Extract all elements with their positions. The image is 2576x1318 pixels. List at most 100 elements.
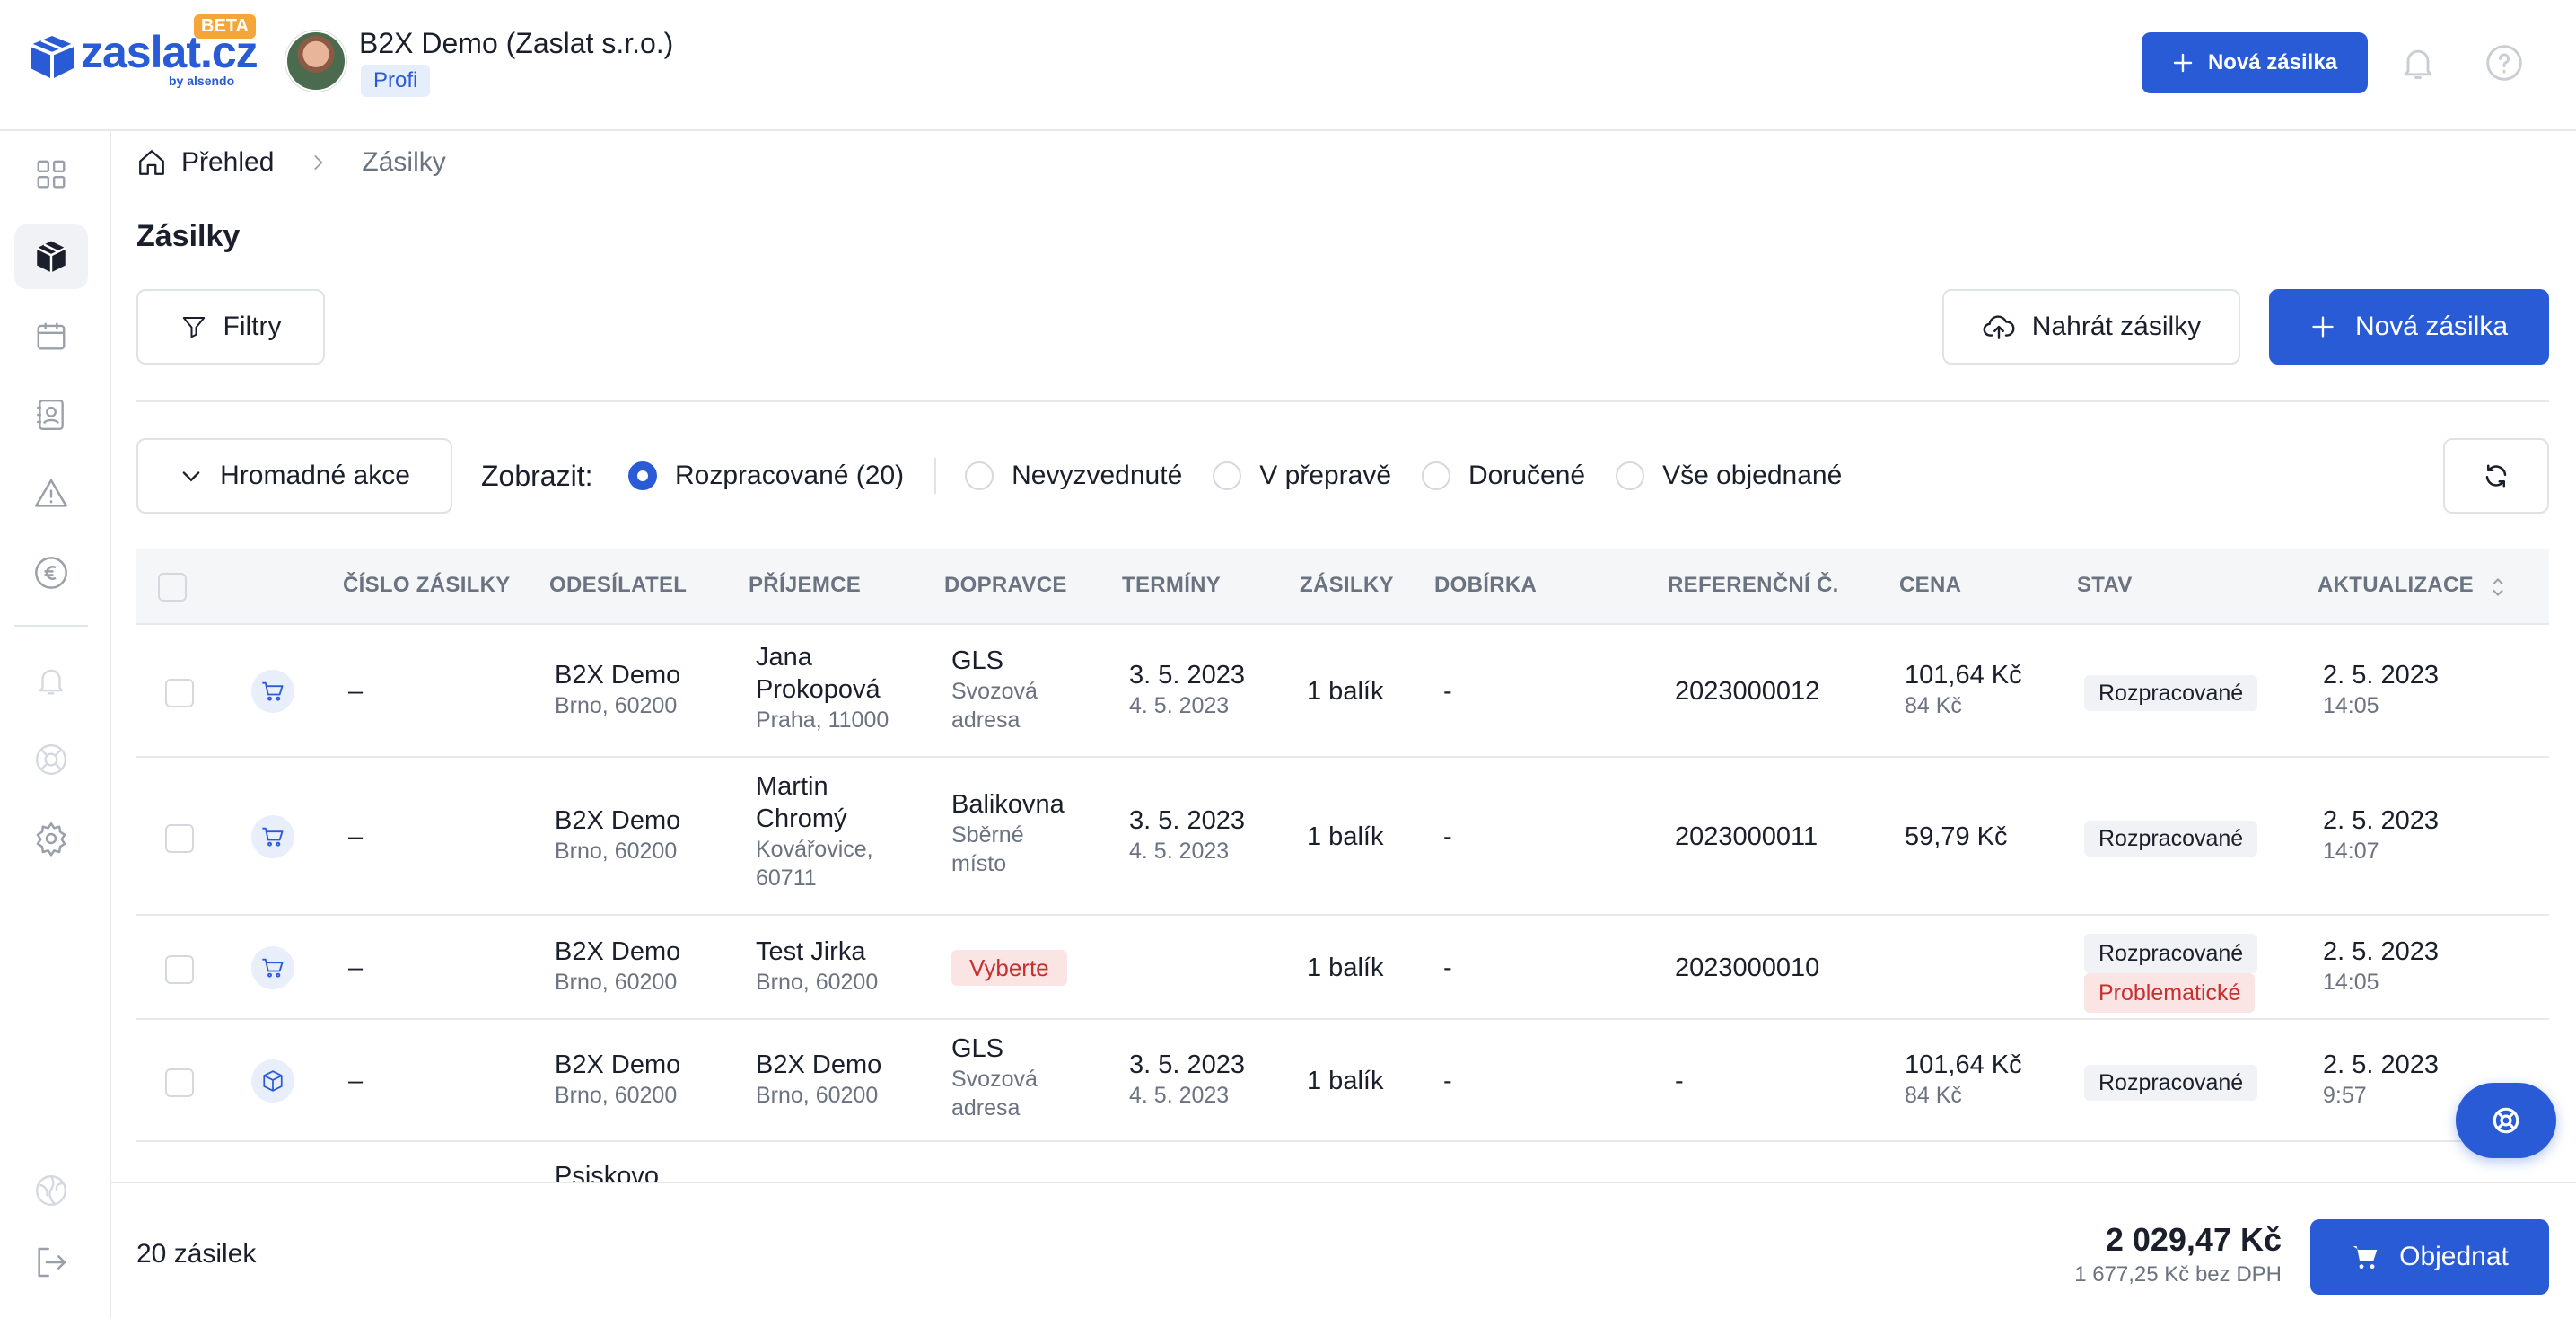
divider [136,400,2549,402]
packages: 1 balík [1307,822,1384,851]
table-row[interactable]: – B2X Demo Brno, 60200 Test Jirka Brno, 60… [136,916,2549,1020]
row-checkbox[interactable] [165,955,194,984]
status-badge: Rozpracované [2084,675,2258,711]
order-button[interactable]: Objednat [2310,1219,2549,1295]
select-all-checkbox[interactable] [158,573,187,602]
recipient-cell: Martin Chromý Kovářovice, 60711 [756,770,899,892]
sidebar-item-shipments[interactable] [14,224,88,289]
status-badge: Rozpracované [2084,821,2258,857]
col-packages[interactable]: ZÁSILKY [1300,573,1394,598]
sender-name: Psiskovo [555,1162,660,1182]
logout-icon [38,1247,66,1278]
company-name[interactable]: B2X Demo (Zaslat s.r.o.) [359,27,673,60]
bulk-actions-button[interactable]: Hromadné akce [136,438,452,514]
page-title: Zásilky [136,219,241,253]
delivery-date: 4. 5. 2023 [1129,693,1230,718]
radio-unselected[interactable] [1616,461,1645,490]
filters-button[interactable]: Filtry [136,289,325,365]
sidebar-item-contacts[interactable] [14,382,88,447]
col-recipient[interactable]: PŘÍJEMCE [749,573,861,598]
carrier-cell[interactable]: Vyberte [951,950,1067,986]
shipment-number: – [348,677,364,706]
help-chat-button[interactable] [2456,1083,2556,1158]
status-filter: Rozpracované (20) Nevyzvednuté V přeprav… [628,454,1872,497]
upload-shipments-button[interactable]: Nahrát zásilky [1942,289,2240,365]
radio-unselected[interactable] [965,461,994,490]
price-cell: 59,79 Kč [1905,821,2007,853]
sidebar-item-calendar[interactable] [14,303,88,368]
recipient-name: B2X Demo [756,1050,882,1079]
support-icon [35,743,67,776]
row-checkbox[interactable] [165,824,194,853]
refresh-icon [2485,464,2507,488]
filter-in-progress[interactable]: Rozpracované (20) [628,461,904,491]
row-checkbox[interactable] [165,679,194,707]
updated-cell: 2. 5. 2023 14:05 [2323,659,2439,720]
header-new-shipment-label: Nová zásilka [2207,50,2338,75]
cloud-upload-icon [1983,315,2015,339]
filters-label: Filtry [223,312,282,341]
sidebar-item-settings[interactable] [14,806,88,871]
sidebar-item-notifications[interactable] [14,648,88,713]
carrier-name: GLS [951,646,1004,675]
help-icon[interactable] [2484,43,2524,83]
sender-address: Brno, 60200 [555,1083,678,1108]
col-price[interactable]: CENA [1899,573,1961,598]
row-checkbox[interactable] [165,1068,194,1097]
plan-badge: Profi [361,65,431,97]
home-icon[interactable] [136,147,167,178]
logo[interactable]: zaslat.cz BETA [27,14,258,81]
box-icon [36,241,66,273]
chevron-right-icon [314,154,323,171]
new-shipment-button[interactable]: Nová zásilka [2269,289,2549,365]
refresh-button[interactable] [2443,438,2549,514]
radio-selected[interactable] [628,461,657,490]
table-row[interactable]: – B2X Demo Brno, 60200 Jana Prokopová Prah… [136,625,2549,758]
breadcrumb-current: Zásilky [362,147,446,177]
status-cell: Rozpracované [2084,675,2258,711]
sidebar-item-logout[interactable] [14,1230,88,1295]
col-reference[interactable]: REFERENČNÍ Č. [1668,573,1839,598]
filter-not-picked-up[interactable]: Nevyzvednuté [965,461,1182,491]
calendar-icon [37,322,66,350]
col-carrier[interactable]: DOPRAVCE [944,573,1067,598]
filter-in-transit[interactable]: V přepravě [1213,461,1391,491]
col-dates[interactable]: TERMÍNY [1122,573,1221,598]
col-updated[interactable]: AKTUALIZACE [2318,573,2474,598]
filter-all-ordered[interactable]: Vše objednané [1616,461,1842,491]
header-new-shipment-button[interactable]: Nová zásilka [2142,32,2368,93]
updated-date: 2. 5. 2023 [2323,806,2439,835]
filter-delivered[interactable]: Doručené [1422,461,1585,491]
table-row-partial[interactable]: Psiskovo [136,1142,2549,1182]
table-row[interactable]: – B2X Demo Brno, 60200 B2X Demo Brno, 6020… [136,1020,2549,1142]
contacts-icon [37,399,64,431]
reference-number: 2023000012 [1675,677,1820,706]
dashboard-icon [37,160,66,189]
sidebar-item-payments[interactable] [14,540,88,605]
shipment-number: – [348,822,364,851]
col-cod[interactable]: DOBÍRKA [1434,573,1537,598]
sidebar-item-language[interactable] [14,1158,88,1223]
shipment-number: – [348,1067,364,1095]
status-cell: Rozpracované Problematické [2084,934,2258,1013]
table-row[interactable]: – B2X Demo Brno, 60200 Martin Chromý Kovář… [136,758,2549,916]
radio-unselected[interactable] [1422,461,1450,490]
sidebar-item-support[interactable] [14,727,88,792]
new-shipment-label: Nová zásilka [2354,312,2509,341]
breadcrumb-home[interactable]: Přehled [181,147,274,178]
col-sender[interactable]: ODESÍLATEL [549,573,687,598]
sidebar-item-dashboard[interactable] [14,142,88,206]
bell-icon[interactable] [2398,43,2438,83]
sidebar-item-problems[interactable] [14,461,88,526]
col-status[interactable]: STAV [2077,573,2133,598]
sort-icon[interactable] [2488,576,2508,598]
col-shipment-number[interactable]: ČÍSLO ZÁSILKY [343,573,511,598]
radio-separator [934,458,937,494]
sender-cell: B2X Demo Brno, 60200 [555,659,680,720]
logo-cube-icon [30,36,74,79]
reference-number: - [1675,1067,1684,1095]
radio-unselected[interactable] [1213,461,1242,490]
choose-carrier-badge[interactable]: Vyberte [951,950,1067,986]
avatar[interactable] [285,31,346,92]
filter-all-ordered-label: Vše objednané [1662,461,1843,490]
